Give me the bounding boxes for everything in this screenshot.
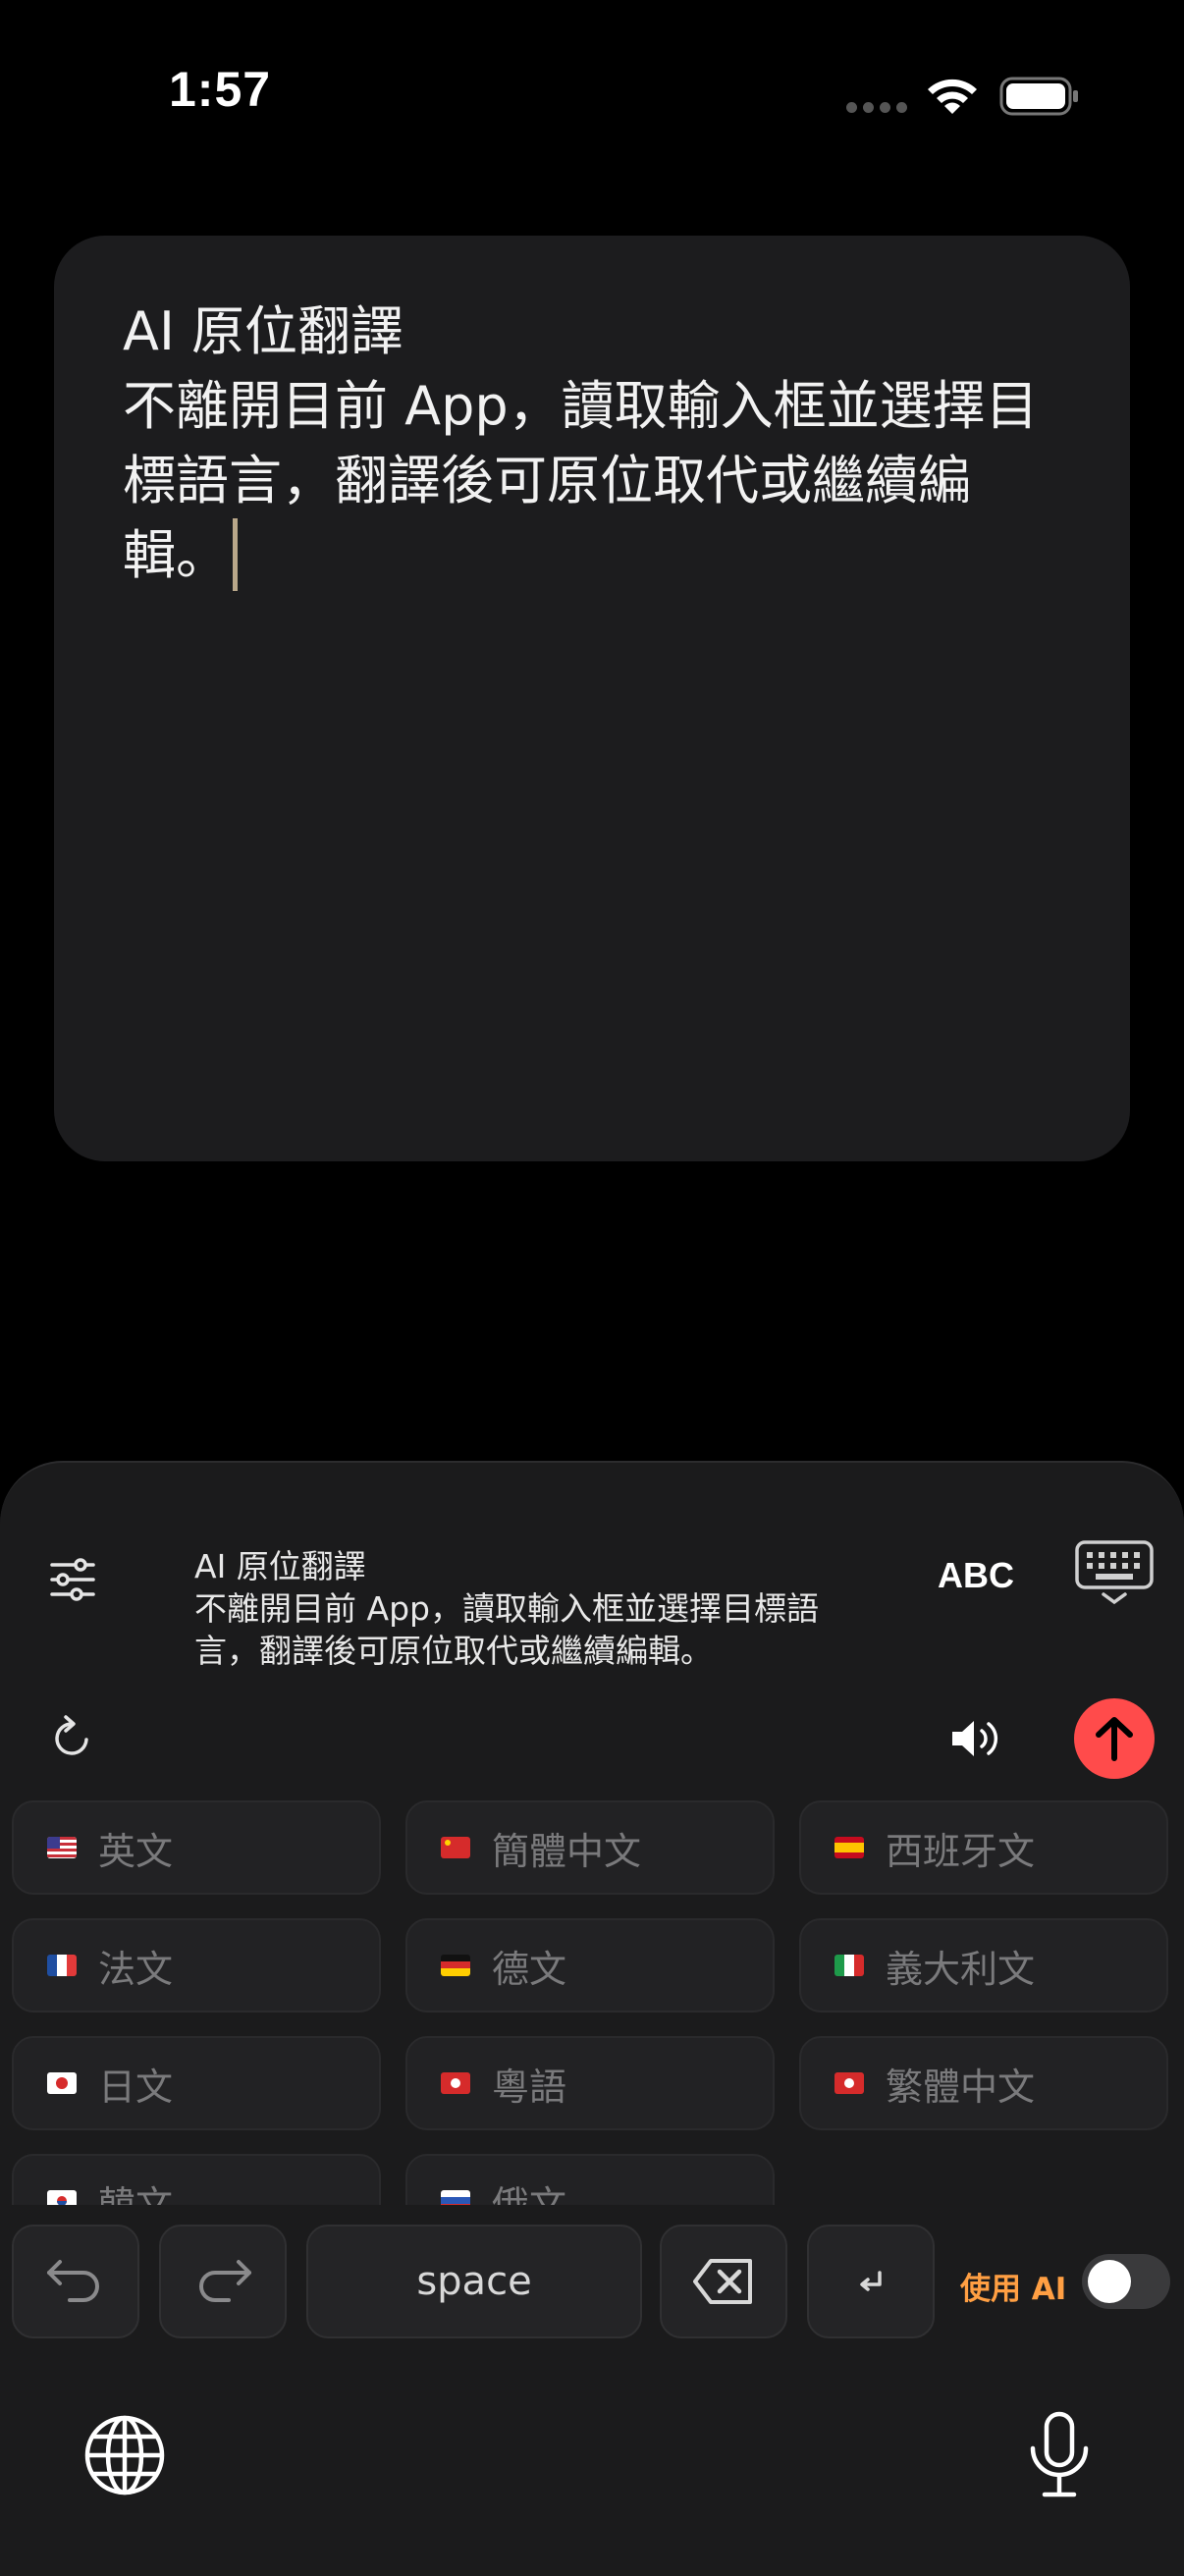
- use-ai-label: 使用 AI: [960, 2272, 1067, 2307]
- language-grid: 英文 簡體中文 西班牙文 法文 德文 義大利文 日文 粵語 繁體中文 韓文 俄文: [0, 1797, 1184, 2205]
- return-key[interactable]: [807, 2225, 935, 2338]
- flag-ru-icon: [441, 2190, 470, 2205]
- language-option[interactable]: 法文: [12, 1918, 381, 2012]
- language-label: 繁體中文: [886, 2065, 1036, 2109]
- settings-sliders-icon[interactable]: [49, 1557, 96, 1602]
- text-editor-content: AI 原位翻譯 不離開目前 App，讀取輸入框並選擇目標語言，翻譯後可原位取代或…: [123, 300, 1039, 586]
- language-label: 西班牙文: [886, 1829, 1036, 1873]
- return-icon: [860, 2271, 882, 2291]
- translation-keyboard: AI 原位翻譯 不離開目前 App，讀取輸入框並選擇目標語 言，翻譯後可原位取代…: [0, 1461, 1184, 2576]
- delete-backspace-icon: [693, 2259, 752, 2304]
- language-option[interactable]: 德文: [405, 1918, 775, 2012]
- speaker-icon[interactable]: [948, 1716, 1005, 1761]
- text-caret: [233, 518, 238, 591]
- arrow-up-icon: [1096, 1717, 1133, 1761]
- language-label: 韓文: [98, 2182, 174, 2206]
- battery-icon: [999, 77, 1078, 116]
- language-option[interactable]: 繁體中文: [799, 2036, 1168, 2130]
- translation-preview: AI 原位翻譯 不離開目前 App，讀取輸入框並選擇目標語 言，翻譯後可原位取代…: [194, 1547, 819, 1670]
- language-label: 義大利文: [886, 1947, 1036, 1991]
- undo-icon: [47, 2260, 99, 2302]
- flag-kr-icon: [47, 2190, 77, 2205]
- delete-key[interactable]: [660, 2225, 787, 2338]
- space-key[interactable]: space: [306, 2225, 642, 2338]
- language-option[interactable]: 俄文: [405, 2154, 775, 2205]
- toggle-knob: [1088, 2260, 1131, 2303]
- language-option[interactable]: 簡體中文: [405, 1800, 775, 1895]
- language-label: 俄文: [492, 2182, 567, 2206]
- redo-icon: [199, 2260, 251, 2302]
- language-option[interactable]: 義大利文: [799, 1918, 1168, 2012]
- microphone-icon[interactable]: [1025, 2411, 1094, 2499]
- flag-hk-icon: [441, 2072, 470, 2094]
- language-option[interactable]: 西班牙文: [799, 1800, 1168, 1895]
- language-label: 法文: [98, 1947, 174, 1991]
- text-editor-field[interactable]: AI 原位翻譯 不離開目前 App，讀取輸入框並選擇目標語言，翻譯後可原位取代或…: [123, 295, 1065, 593]
- flag-us-icon: [47, 1837, 77, 1858]
- text-editor-card[interactable]: AI 原位翻譯 不離開目前 App，讀取輸入框並選擇目標語言，翻譯後可原位取代或…: [54, 236, 1130, 1161]
- language-label: 粵語: [492, 2065, 567, 2109]
- flag-hk-icon: [834, 2072, 864, 2094]
- language-label: 德文: [492, 1947, 567, 1991]
- flag-it-icon: [834, 1955, 864, 1976]
- flag-jp-icon: [47, 2072, 77, 2094]
- language-label: 英文: [98, 1829, 174, 1873]
- keyboard-dismiss-icon[interactable]: [1074, 1539, 1155, 1606]
- flag-de-icon: [441, 1955, 470, 1976]
- send-translate-button[interactable]: [1074, 1698, 1155, 1779]
- language-option[interactable]: 粵語: [405, 2036, 775, 2130]
- redo-button[interactable]: [159, 2225, 287, 2338]
- globe-icon[interactable]: [82, 2413, 167, 2497]
- abc-switch-button[interactable]: ABC: [938, 1555, 1014, 1596]
- language-label: 簡體中文: [492, 1829, 642, 1873]
- undo-button[interactable]: [12, 2225, 139, 2338]
- use-ai-toggle[interactable]: [1082, 2254, 1170, 2309]
- status-time: 1:57: [169, 62, 272, 117]
- flag-es-icon: [834, 1837, 864, 1858]
- language-option[interactable]: 韓文: [12, 2154, 381, 2205]
- refresh-icon[interactable]: [51, 1714, 94, 1759]
- flag-cn-icon: [441, 1837, 470, 1858]
- language-label: 日文: [98, 2065, 174, 2109]
- cellular-signal-icon: [846, 102, 907, 116]
- language-option[interactable]: 日文: [12, 2036, 381, 2130]
- flag-fr-icon: [47, 1955, 77, 1976]
- space-key-label: space: [416, 2259, 532, 2304]
- language-option[interactable]: 英文: [12, 1800, 381, 1895]
- wifi-icon: [928, 79, 977, 114]
